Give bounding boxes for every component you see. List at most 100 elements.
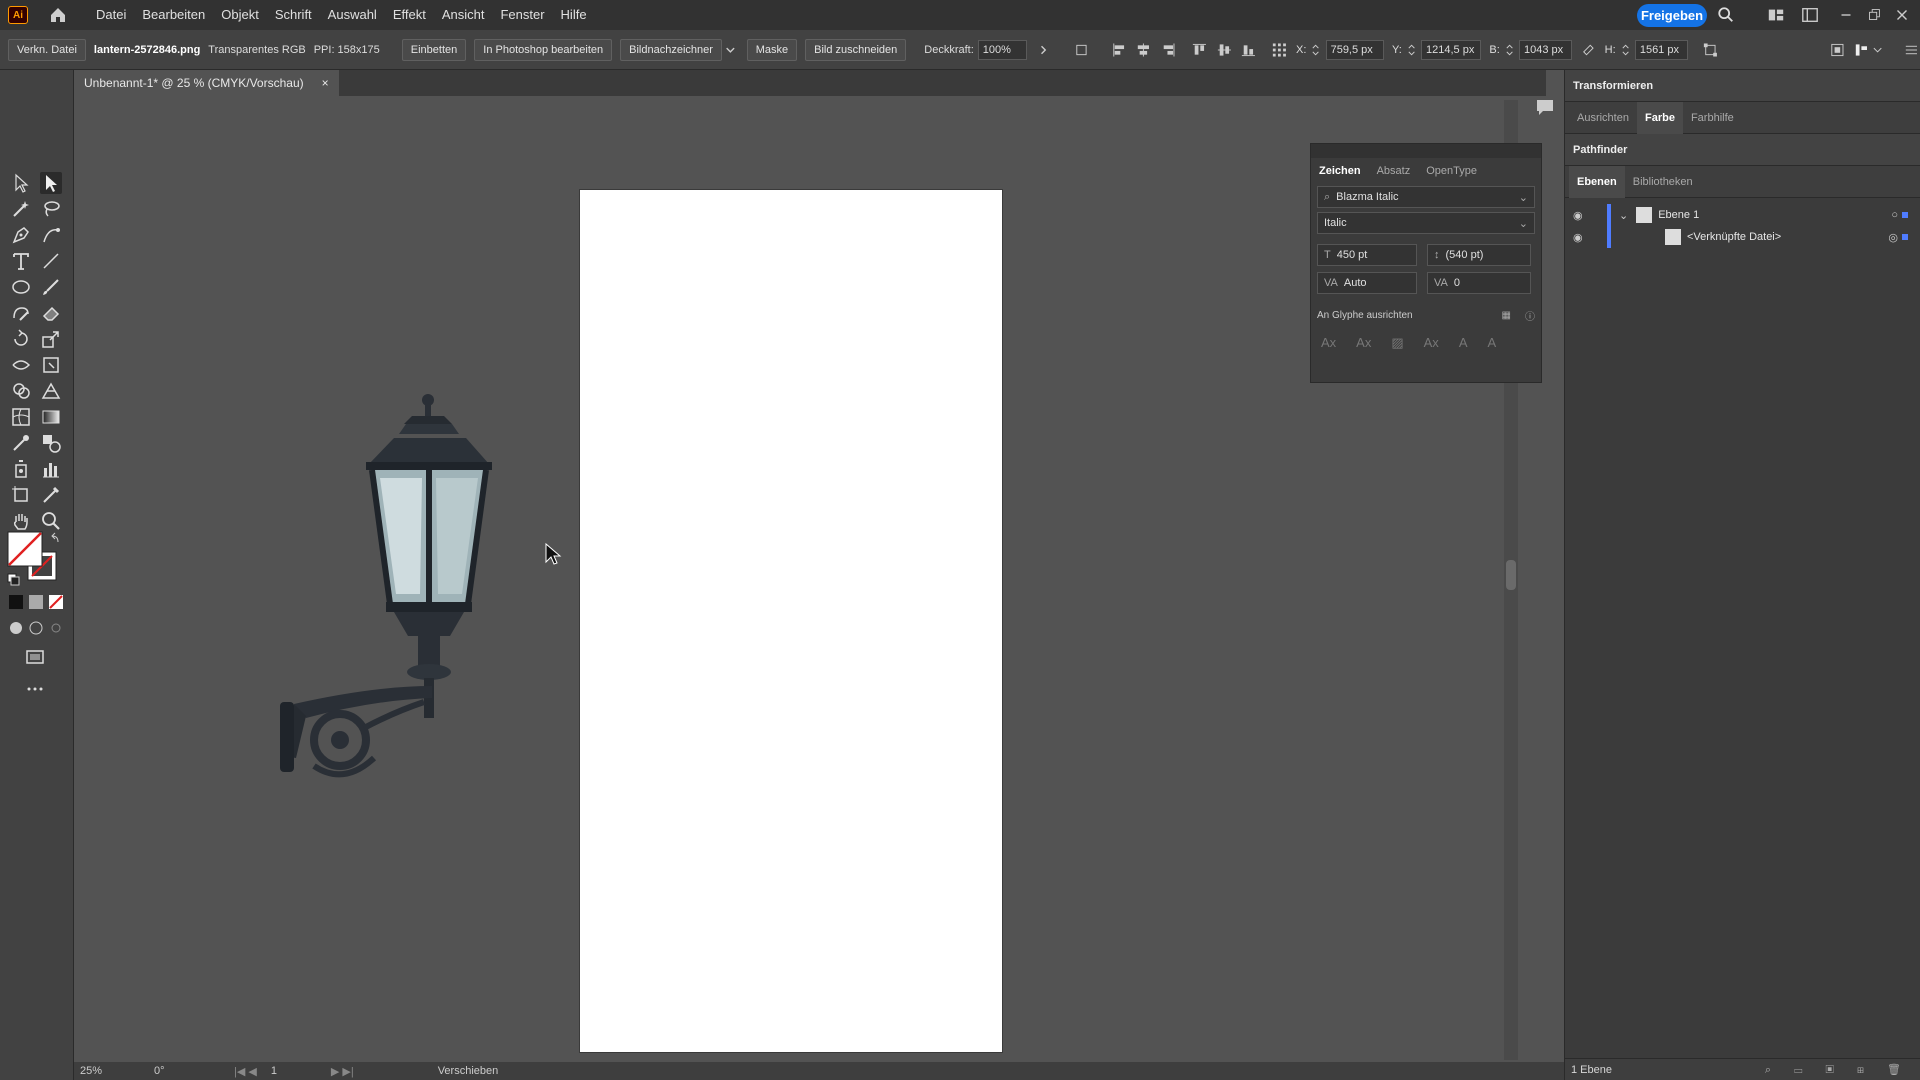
kerning-field[interactable]: VA Auto <box>1317 272 1417 294</box>
eraser-icon[interactable] <box>40 302 62 324</box>
height-field[interactable]: 1561 px <box>1634 39 1688 60</box>
mask-button[interactable]: Maske <box>746 38 798 61</box>
document-tab[interactable]: Unbenannt-1* @ 25 % (CMYK/Vorschau) × <box>74 70 339 96</box>
control-options-icon[interactable] <box>1853 41 1870 59</box>
color-mode-buttons-icon[interactable] <box>8 594 64 610</box>
column-graph-icon[interactable] <box>40 458 62 480</box>
zoom-level[interactable]: 25% <box>80 1065 136 1077</box>
menu-schrift[interactable]: Schrift <box>267 0 320 30</box>
tab-opentype[interactable]: OpenType <box>1418 165 1485 177</box>
comments-icon[interactable] <box>1534 96 1556 118</box>
visibility-eye-icon[interactable]: ◉ <box>1573 231 1593 244</box>
font-style-field[interactable]: Italic ⌄ <box>1317 212 1535 234</box>
fill-stroke-swatch-icon[interactable] <box>6 530 62 588</box>
target-circle-icon[interactable]: ○ <box>1891 209 1898 221</box>
sublayer-name[interactable]: <Verknüpfte Datei> <box>1687 231 1781 243</box>
canvas-area[interactable] <box>74 96 1516 1062</box>
info-icon[interactable]: ⓘ <box>1525 308 1535 323</box>
lantern-image[interactable] <box>254 386 594 906</box>
blend-tool-icon[interactable] <box>40 432 62 454</box>
tab-bibliotheken[interactable]: Bibliotheken <box>1625 176 1701 188</box>
align-left-icon[interactable] <box>1111 41 1128 59</box>
lasso-icon[interactable] <box>40 198 62 220</box>
menu-datei[interactable]: Datei <box>88 0 134 30</box>
tab-farbe[interactable]: Farbe <box>1636 101 1683 134</box>
layer-row[interactable]: ◉ ⌄ Ebene 1 ○ <box>1565 204 1920 226</box>
pathfinder-panel-header[interactable]: Pathfinder <box>1565 134 1920 166</box>
embed-button[interactable]: Einbetten <box>401 38 467 61</box>
opacity-field[interactable]: 100% <box>977 39 1027 60</box>
home-icon[interactable] <box>48 5 68 25</box>
chevron-down-icon[interactable] <box>722 41 739 59</box>
chevron-down-icon[interactable] <box>1872 41 1883 59</box>
symbol-sprayer-icon[interactable] <box>10 458 32 480</box>
width-field[interactable]: 1043 px <box>1518 39 1572 60</box>
drawing-modes-icon[interactable] <box>8 620 64 636</box>
search-icon[interactable] <box>1716 6 1736 24</box>
pen-tool-icon[interactable] <box>10 224 32 246</box>
curvature-tool-icon[interactable] <box>40 224 62 246</box>
line-tool-icon[interactable] <box>40 250 62 272</box>
hand-tool-icon[interactable] <box>10 510 32 532</box>
artboard-tool-icon[interactable] <box>10 484 32 506</box>
menu-fenster[interactable]: Fenster <box>492 0 552 30</box>
ellipse-tool-icon[interactable] <box>10 276 32 298</box>
linked-file-button[interactable]: Verkn. Datei <box>8 38 86 61</box>
target-circle-icon[interactable]: ◎ <box>1888 231 1898 244</box>
menu-bearbeiten[interactable]: Bearbeiten <box>134 0 213 30</box>
close-tab-icon[interactable]: × <box>322 76 329 90</box>
mesh-tool-icon[interactable] <box>10 406 32 428</box>
menu-icon[interactable] <box>1903 41 1920 59</box>
align-to-icon[interactable] <box>1074 41 1091 59</box>
paintbrush-icon[interactable] <box>40 276 62 298</box>
menu-effekt[interactable]: Effekt <box>385 0 434 30</box>
menu-ansicht[interactable]: Ansicht <box>434 0 493 30</box>
font-family-field[interactable]: ⌕ Blazma Italic ⌄ <box>1317 186 1535 208</box>
selection-tool-icon[interactable] <box>10 172 32 194</box>
stepper-icon[interactable] <box>1504 41 1515 59</box>
edit-in-photoshop-button[interactable]: In Photoshop bearbeiten <box>474 38 613 61</box>
stepper-icon[interactable] <box>1620 41 1631 59</box>
align-top-icon[interactable] <box>1191 41 1208 59</box>
tracking-field[interactable]: VA 0 <box>1427 272 1531 294</box>
text-style-italic-icon[interactable]: A <box>1487 335 1496 351</box>
align-right-icon[interactable] <box>1160 41 1177 59</box>
tab-absatz[interactable]: Absatz <box>1369 165 1419 177</box>
sublayer-row[interactable]: ◉ <Verknüpfte Datei> ◎ <box>1565 226 1920 248</box>
slice-tool-icon[interactable] <box>40 484 62 506</box>
stepper-icon[interactable] <box>1406 41 1417 59</box>
menu-auswahl[interactable]: Auswahl <box>320 0 385 30</box>
share-button[interactable]: Freigeben <box>1637 4 1707 27</box>
zoom-tool-icon[interactable] <box>40 510 62 532</box>
menu-hilfe[interactable]: Hilfe <box>553 0 595 30</box>
glyph-icon[interactable]: ▦ <box>1502 310 1511 321</box>
align-anchor-icon[interactable]: Ax <box>1424 335 1439 351</box>
page-nav-icon[interactable]: |◀ ◀ <box>234 1065 257 1078</box>
shape-builder-icon[interactable] <box>10 380 32 402</box>
align-bounds-icon[interactable]: ▨ <box>1391 335 1403 351</box>
chevron-down-icon[interactable]: ⌄ <box>1519 191 1528 204</box>
transform-icon[interactable] <box>1702 41 1719 59</box>
close-window-icon[interactable] <box>1892 6 1912 24</box>
tab-zeichen[interactable]: Zeichen <box>1311 165 1369 177</box>
more-tools-icon[interactable] <box>24 678 46 700</box>
tab-ausrichten[interactable]: Ausrichten <box>1569 112 1637 124</box>
reference-point-icon[interactable] <box>1271 41 1288 59</box>
crop-image-button[interactable]: Bild zuschneiden <box>805 38 907 61</box>
text-style-a-icon[interactable]: A <box>1459 335 1468 351</box>
x-position-field[interactable]: 759,5 px <box>1325 39 1385 60</box>
page-number[interactable]: 1 <box>271 1065 317 1077</box>
free-transform-icon[interactable] <box>40 354 62 376</box>
scale-tool-icon[interactable] <box>40 328 62 350</box>
eyedropper-icon[interactable] <box>10 432 32 454</box>
y-position-field[interactable]: 1214,5 px <box>1421 39 1482 60</box>
linked-filename[interactable]: lantern-2572846.png <box>94 44 200 56</box>
screen-mode-icon[interactable] <box>24 646 46 668</box>
align-center-vertical-icon[interactable] <box>1216 41 1233 59</box>
tab-ebenen[interactable]: Ebenen <box>1569 165 1625 198</box>
scrollbar-thumb[interactable] <box>1506 560 1516 590</box>
expand-chevron-icon[interactable]: ⌄ <box>1619 209 1628 222</box>
chevron-right-icon[interactable] <box>1035 41 1052 59</box>
stepper-icon[interactable] <box>1310 41 1321 59</box>
font-size-field[interactable]: T 450 pt <box>1317 244 1417 266</box>
